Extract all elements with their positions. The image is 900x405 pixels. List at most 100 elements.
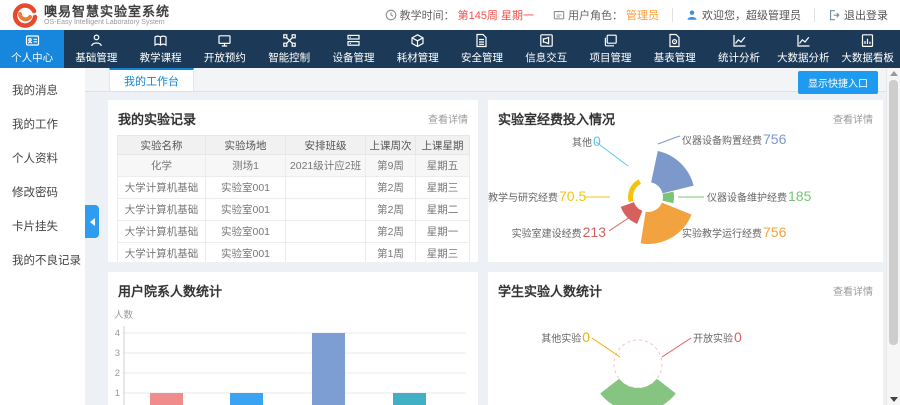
- table-cell: 大学计算机基础: [118, 199, 206, 221]
- view-details-link[interactable]: 查看详情: [428, 111, 468, 126]
- table-cell: 化学: [118, 155, 206, 177]
- table-cell: 实验室001: [206, 199, 286, 221]
- table-cell: 测场1: [206, 155, 286, 177]
- table-cell: 实验室001: [206, 221, 286, 243]
- nav-item-10[interactable]: 项目管理: [578, 30, 642, 68]
- megaphone-icon: [539, 33, 554, 48]
- main-nav: 个人中心基础管理教学课程开放预约智能控制设备管理耗材管理安全管理信息交互项目管理…: [0, 30, 900, 68]
- column-header: 实验场地: [206, 136, 286, 155]
- table-cell: 第9周: [366, 155, 416, 177]
- doc-gear-icon: [667, 33, 682, 48]
- logo-swirl-icon: [12, 2, 38, 28]
- user-role-value: 管理员: [626, 7, 659, 23]
- pie-label: 其他0: [572, 133, 601, 149]
- nav-item-14[interactable]: 大数据看板: [835, 30, 899, 68]
- nav-item-9[interactable]: 信息交互: [514, 30, 578, 68]
- server-icon: [346, 33, 361, 48]
- role-badge-icon: [553, 9, 565, 21]
- clock-icon: [385, 9, 397, 21]
- table-cell: 第2周: [366, 221, 416, 243]
- nav-item-11[interactable]: 基表管理: [643, 30, 707, 68]
- nodes-icon: [282, 33, 297, 48]
- scrollbar-thumb[interactable]: [889, 80, 898, 345]
- vertical-scrollbar[interactable]: [886, 68, 900, 405]
- label-leader-line: [609, 217, 630, 231]
- user-icon: [686, 9, 698, 21]
- panel-my-experiments: 我的实验记录 查看详情 实验名称实验场地安排班级上课周次上课星期 化学测场120…: [108, 100, 478, 262]
- sidebar-item-6[interactable]: 我的不良记录: [0, 243, 85, 277]
- pie-wedge: [663, 192, 674, 204]
- teaching-time-value: 第145周 星期一: [458, 7, 534, 23]
- app-window: 噢易智慧实验室系统 OS-Easy Intelligent Laboratory…: [0, 0, 900, 405]
- sidebar: 我的消息我的工作个人资料修改密码卡片挂失我的不良记录: [0, 68, 85, 405]
- pie-label: 实验教学运行经费756: [682, 224, 786, 240]
- scroll-up-arrow-icon[interactable]: [890, 71, 898, 76]
- scroll-down-arrow-icon[interactable]: [890, 397, 898, 402]
- table-row: 大学计算机基础实验室001第2周星期三: [118, 177, 470, 199]
- nav-item-7[interactable]: 耗材管理: [386, 30, 450, 68]
- divider: [543, 8, 544, 22]
- table-header-row: 实验名称实验场地安排班级上课周次上课星期: [118, 136, 470, 155]
- sidebar-item-3[interactable]: 个人资料: [0, 141, 85, 175]
- funding-rose-chart: 其他0仪器设备购置经费756仪器设备维护经费185实验教学运行经费756实验室建…: [488, 100, 883, 262]
- app-subtitle: OS-Easy Intelligent Laboratory System: [44, 19, 170, 26]
- tab-my-workspace[interactable]: 我的工作台: [109, 68, 194, 91]
- user-role: 用户角色：管理员: [553, 7, 659, 23]
- welcome-user-link[interactable]: 欢迎您，超级管理员: [686, 7, 801, 23]
- monitor-icon: [217, 33, 232, 48]
- column-header: 实验名称: [118, 136, 206, 155]
- app-logo: 噢易智慧实验室系统 OS-Easy Intelligent Laboratory…: [12, 2, 170, 28]
- nav-item-4[interactable]: 开放预约: [193, 30, 257, 68]
- logout-icon: [828, 9, 840, 21]
- tab-strip: 我的工作台: [85, 68, 886, 92]
- department-bar-chart: 人数43210: [108, 272, 478, 405]
- nav-item-12[interactable]: 统计分析: [707, 30, 771, 68]
- logout-button[interactable]: 退出登录: [828, 7, 888, 23]
- bar: [312, 333, 345, 405]
- show-quick-entry-button[interactable]: 显示快捷入口: [798, 71, 878, 94]
- panel-student-stats: 学生实验人数统计 查看详情 其他实验0开放实验0: [488, 272, 883, 405]
- nav-item-5[interactable]: 智能控制: [257, 30, 321, 68]
- id-card-icon: [25, 33, 40, 48]
- chevron-left-icon: [90, 218, 95, 226]
- pie-label: 教学与研究经费70.5: [488, 188, 583, 204]
- nav-item-2[interactable]: 基础管理: [64, 30, 128, 68]
- chart-text: 3: [115, 348, 120, 359]
- table-cell: 星期二: [416, 199, 470, 221]
- top-header: 噢易智慧实验室系统 OS-Easy Intelligent Laboratory…: [0, 0, 900, 30]
- pie-label: 其他实验0: [488, 329, 590, 345]
- book-icon: [153, 33, 168, 48]
- table-cell: 第2周: [366, 177, 416, 199]
- pie-label: 实验室建设经费213: [488, 224, 606, 240]
- app-title: 噢易智慧实验室系统: [44, 5, 170, 19]
- chart-text: 人数: [114, 309, 134, 321]
- table-cell: 星期三: [416, 177, 470, 199]
- sidebar-collapse-button[interactable]: [85, 205, 99, 238]
- nav-item-13[interactable]: 大数据分析: [771, 30, 835, 68]
- nav-item-3[interactable]: 教学课程: [129, 30, 193, 68]
- pie-label: 开放实验0: [693, 329, 742, 345]
- doc-icon: [474, 33, 489, 48]
- line-chart-icon: [732, 33, 747, 48]
- chart-text: 2: [115, 368, 120, 379]
- nav-item-1[interactable]: 个人中心: [0, 30, 64, 68]
- table-cell: 2021级计应2班: [286, 155, 366, 177]
- column-header: 上课星期: [416, 136, 470, 155]
- table-row: 化学测场12021级计应2班第9周星期五: [118, 155, 470, 177]
- sidebar-item-4[interactable]: 修改密码: [0, 175, 85, 209]
- pie-label: 仪器设备维护经费185: [707, 188, 811, 204]
- pie-wedge: [600, 379, 676, 405]
- nav-item-8[interactable]: 安全管理: [450, 30, 514, 68]
- table-cell: 第2周: [366, 199, 416, 221]
- table-row: 大学计算机基础实验室001第2周星期一: [118, 221, 470, 243]
- bar: [230, 393, 263, 405]
- sidebar-item-1[interactable]: 我的消息: [0, 73, 85, 107]
- board-icon: [860, 33, 875, 48]
- sidebar-item-2[interactable]: 我的工作: [0, 107, 85, 141]
- table-cell: 实验室001: [206, 177, 286, 199]
- sidebar-item-5[interactable]: 卡片挂失: [0, 209, 85, 243]
- nav-item-6[interactable]: 设备管理: [321, 30, 385, 68]
- table-cell: [286, 243, 366, 263]
- chart-text: 4: [115, 328, 120, 339]
- student-pie-chart: 其他实验0 开放实验0: [488, 272, 883, 405]
